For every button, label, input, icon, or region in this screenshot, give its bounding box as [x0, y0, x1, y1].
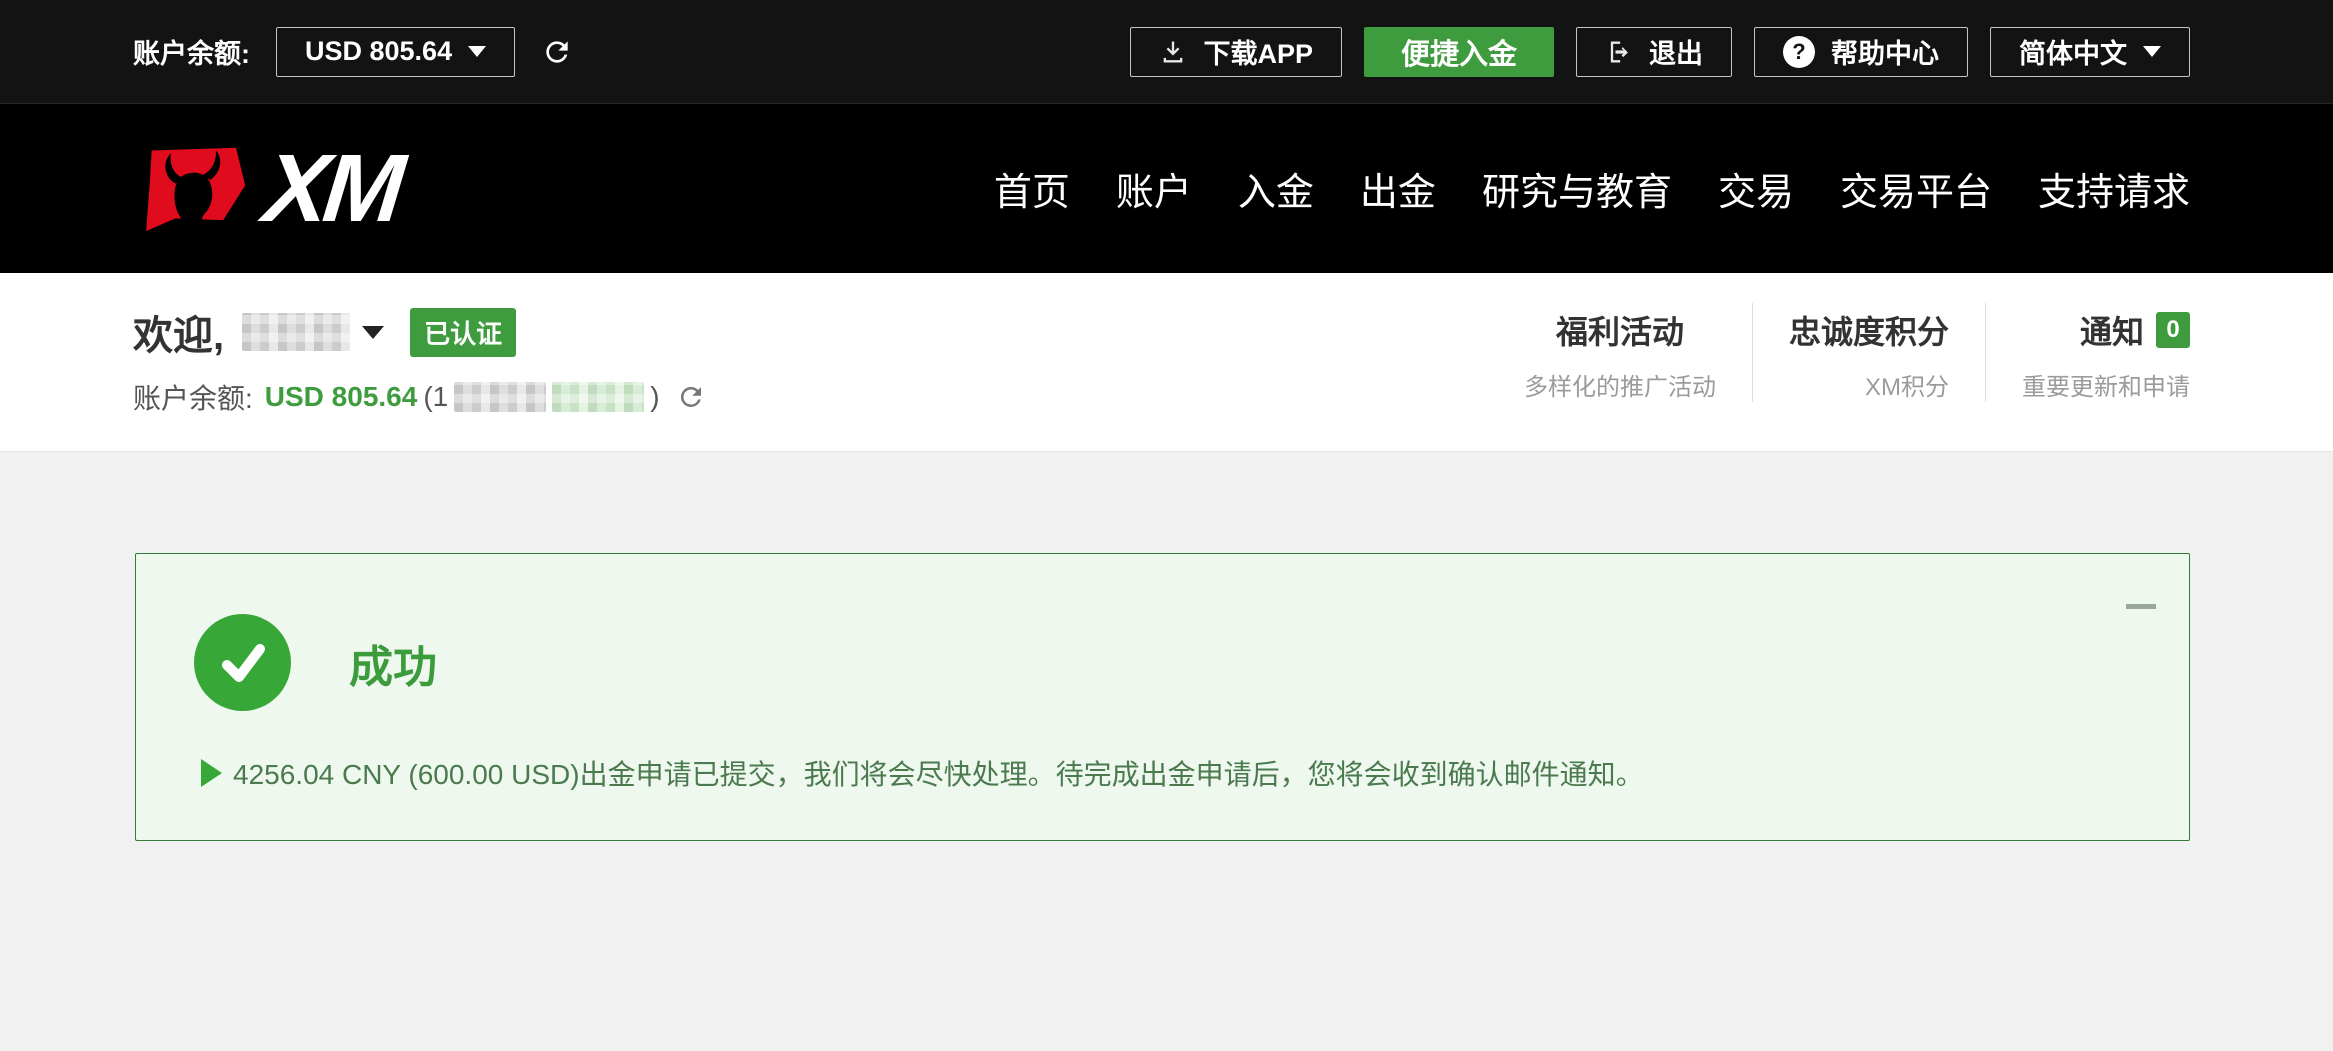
refresh-balance-button[interactable] [541, 36, 573, 68]
nav-item-research-education[interactable]: 研究与教育 [1482, 172, 1672, 214]
xm-logo[interactable]: XM [133, 141, 399, 237]
account-chevron-down-icon[interactable] [362, 326, 384, 339]
balance-dropdown-value: USD 805.64 [305, 36, 452, 67]
link-notifications[interactable]: 通知 0 重要更新和申请 [1985, 303, 2190, 402]
welcome-strip: 欢迎, 已认证 账户余额: USD 805.64 (1 ) 福利活动 多样化的推… [0, 273, 2333, 452]
user-name-redacted [242, 313, 350, 351]
loyalty-subtitle: XM积分 [1789, 367, 1949, 402]
success-check-icon [194, 614, 291, 711]
account-number-close: ) [650, 381, 659, 413]
nav-item-home[interactable]: 首页 [994, 172, 1070, 214]
notifications-title: 通知 [2080, 307, 2144, 353]
logo-text: XM [260, 141, 404, 237]
help-center-label: 帮助中心 [1831, 32, 1939, 71]
verified-badge: 已认证 [410, 308, 516, 357]
topbar-balance-group: 账户余额: USD 805.64 [133, 27, 573, 77]
refresh-icon [541, 36, 573, 68]
balance-dropdown[interactable]: USD 805.64 [276, 27, 515, 77]
promotions-subtitle: 多样化的推广活动 [1524, 367, 1716, 402]
topbar: 账户余额: USD 805.64 下载APP 便捷入金 退出 ? 帮助中心 简体… [0, 0, 2333, 104]
chevron-down-icon [2143, 46, 2161, 57]
welcome-quick-links: 福利活动 多样化的推广活动 忠诚度积分 XM积分 通知 0 重要更新和申请 [1488, 303, 2190, 451]
success-title: 成功 [349, 631, 437, 695]
logout-icon [1605, 38, 1633, 66]
quick-deposit-label: 便捷入金 [1401, 31, 1517, 73]
topbar-balance-label: 账户余额: [133, 32, 250, 71]
welcome-left: 欢迎, 已认证 账户余额: USD 805.64 (1 ) [133, 303, 706, 451]
collapse-panel-icon[interactable] [2126, 604, 2156, 609]
link-promotions[interactable]: 福利活动 多样化的推广活动 [1488, 303, 1752, 402]
link-loyalty-points[interactable]: 忠诚度积分 XM积分 [1752, 303, 1985, 402]
account-number-open: (1 [423, 381, 448, 413]
topbar-actions: 下载APP 便捷入金 退出 ? 帮助中心 简体中文 [1130, 27, 2190, 77]
nav-item-trading[interactable]: 交易 [1718, 172, 1794, 214]
main-content: 成功 4256.04 CNY (600.00 USD)出金申请已提交，我们将会尽… [0, 553, 2333, 1051]
refresh-icon [676, 382, 706, 412]
success-panel: 成功 4256.04 CNY (600.00 USD)出金申请已提交，我们将会尽… [135, 553, 2190, 841]
help-center-button[interactable]: ? 帮助中心 [1754, 27, 1968, 77]
account-number-redacted-2 [552, 382, 644, 412]
navbar: XM 首页 账户 入金 出金 研究与教育 交易 交易平台 支持请求 [0, 104, 2333, 273]
nav-item-support[interactable]: 支持请求 [2038, 172, 2190, 214]
chevron-down-icon [468, 46, 486, 57]
nav-item-account[interactable]: 账户 [1116, 172, 1192, 214]
download-icon [1159, 38, 1187, 66]
notifications-count-badge: 0 [2156, 312, 2190, 348]
language-label: 简体中文 [2019, 32, 2127, 71]
success-message: 4256.04 CNY (600.00 USD)出金申请已提交，我们将会尽快处理… [233, 753, 1644, 793]
promotions-title: 福利活动 [1524, 307, 1716, 353]
language-dropdown[interactable]: 简体中文 [1990, 27, 2190, 77]
logout-label: 退出 [1649, 32, 1703, 71]
account-number-redacted-1 [454, 382, 546, 412]
download-app-button[interactable]: 下载APP [1130, 27, 1342, 77]
quick-deposit-button[interactable]: 便捷入金 [1364, 27, 1554, 77]
welcome-greeting: 欢迎, [133, 303, 224, 361]
logout-button[interactable]: 退出 [1576, 27, 1732, 77]
account-balance-value: USD 805.64 [265, 381, 418, 413]
main-nav: 首页 账户 入金 出金 研究与教育 交易 交易平台 支持请求 [994, 161, 2190, 216]
bullet-triangle-icon [201, 759, 222, 787]
notifications-subtitle: 重要更新和申请 [2022, 367, 2190, 402]
refresh-account-button[interactable] [666, 382, 706, 412]
download-app-label: 下载APP [1203, 32, 1313, 71]
account-balance-label: 账户余额: [133, 377, 253, 417]
bull-icon [133, 145, 251, 233]
nav-item-withdrawal[interactable]: 出金 [1360, 172, 1436, 214]
loyalty-title: 忠诚度积分 [1789, 307, 1949, 353]
nav-item-deposit[interactable]: 入金 [1238, 172, 1314, 214]
nav-item-platforms[interactable]: 交易平台 [1840, 172, 1992, 214]
question-mark-icon: ? [1783, 36, 1815, 68]
